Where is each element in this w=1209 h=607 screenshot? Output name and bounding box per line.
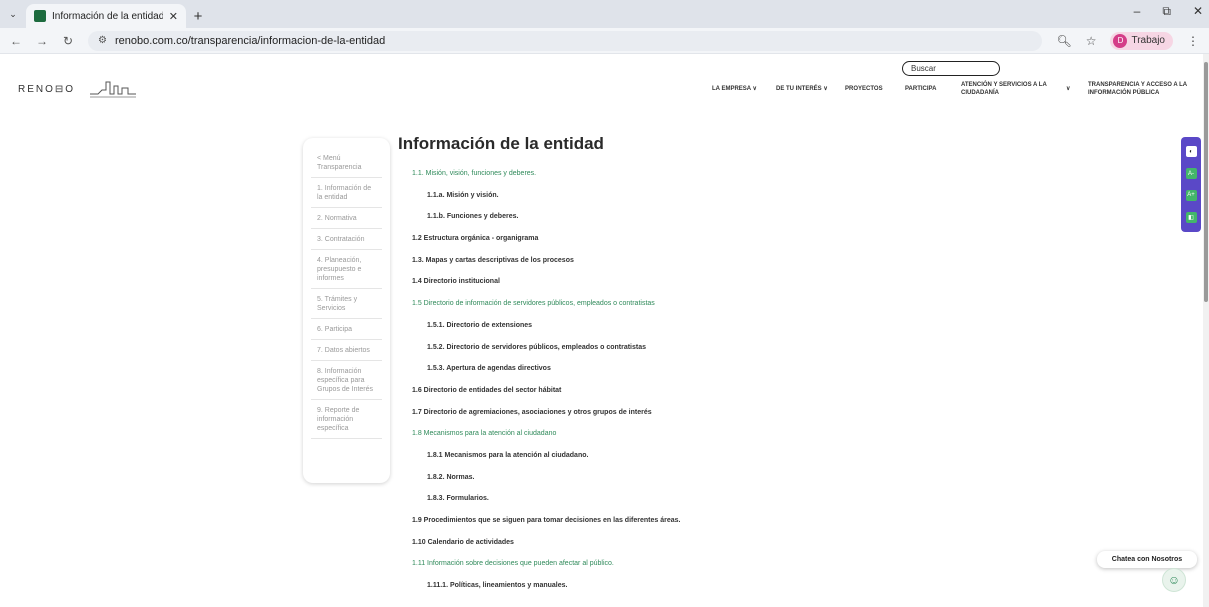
minimize-icon[interactable]: –	[1134, 4, 1141, 19]
window-controls: – ⧉ ✕	[1134, 4, 1203, 19]
page-scrollbar[interactable]	[1203, 54, 1209, 607]
tab-bar: ⌄ Información de la entidad | Ren ✕ + – …	[0, 0, 1209, 28]
transparency-side-menu: < Menú Transparencia 1. Información de l…	[303, 138, 390, 483]
new-tab-button[interactable]: +	[186, 4, 210, 28]
sidemenu-item-contratacion[interactable]: 3. Contratación	[311, 229, 382, 250]
sidemenu-item-informacion-entidad[interactable]: 1. Información de la entidad	[311, 178, 382, 208]
nav-atencion-servicios[interactable]: ATENCIÓN Y SERVICIOS A LA CIUDADANÍA	[961, 81, 1053, 97]
toc-item[interactable]: 1.4 Directorio institucional	[398, 278, 1098, 300]
nav-proyectos[interactable]: PROYECTOS	[845, 85, 883, 93]
toc-item[interactable]: 1.8.2. Normas.	[398, 474, 1098, 496]
reading-mode-icon[interactable]: ◧	[1185, 211, 1197, 223]
toc-item[interactable]: 1.9 Procedimientos que se siguen para to…	[398, 517, 1098, 539]
profile-name: Trabajo	[1131, 35, 1165, 46]
toc-item[interactable]: 1.7 Directorio de agremiaciones, asociac…	[398, 409, 1098, 431]
increase-font-icon[interactable]: A+	[1185, 189, 1197, 201]
browser-menu-icon[interactable]: ⋮	[1187, 34, 1199, 48]
toc-item[interactable]: 1.8.1 Mecanismos para la atención al ciu…	[398, 452, 1098, 474]
profile-button[interactable]: D Trabajo	[1110, 31, 1173, 50]
toc-item[interactable]: 1.1.a. Misión y visión.	[398, 192, 1098, 214]
browser-tab[interactable]: Información de la entidad | Ren ✕	[26, 4, 186, 28]
sidemenu-item-back[interactable]: < Menú Transparencia	[311, 148, 382, 178]
sidemenu-item-grupos-interes[interactable]: 8. Información específica para Grupos de…	[311, 361, 382, 400]
sidemenu-item-reporte[interactable]: 9. Reporte de información específica	[311, 400, 382, 439]
restore-icon[interactable]: ⧉	[1162, 4, 1171, 19]
browser-toolbar: ← → ↻ ⚙ renobo.com.co/transparencia/info…	[0, 28, 1209, 54]
toc-item[interactable]: 1.5 Directorio de información de servido…	[398, 300, 1098, 322]
nav-atencion-dropdown-icon[interactable]: ∨	[1066, 85, 1070, 93]
sidemenu-item-normativa[interactable]: 2. Normativa	[311, 208, 382, 229]
nav-la-empresa[interactable]: LA EMPRESA ∨	[712, 85, 757, 93]
main-navigation: LA EMPRESA ∨ DE TU INTERÉS ∨ PROYECTOS P…	[0, 81, 1209, 101]
toc-item[interactable]: 1.2 Estructura orgánica - organigrama	[398, 235, 1098, 257]
decrease-font-icon[interactable]: A-	[1185, 168, 1197, 180]
toc-item[interactable]: 1.11.1. Políticas, lineamientos y manual…	[398, 582, 1098, 604]
site-favicon-icon	[34, 10, 46, 22]
table-of-contents: 1.1. Misión, visión, funciones y deberes…	[398, 170, 1098, 604]
forward-icon[interactable]: →	[36, 34, 48, 48]
toc-item[interactable]: 1.10 Calendario de actividades	[398, 539, 1098, 561]
nav-de-tu-interes[interactable]: DE TU INTERÉS ∨	[776, 85, 828, 93]
profile-avatar: D	[1113, 33, 1128, 48]
accessibility-toolbar: ◐ A- A+ ◧	[1181, 137, 1201, 232]
site-info-icon[interactable]: ⚙	[98, 35, 107, 46]
sidemenu-item-tramites[interactable]: 5. Trámites y Servicios	[311, 289, 382, 319]
bookmark-star-icon[interactable]: ☆	[1086, 34, 1097, 48]
toc-item[interactable]: 1.11 Información sobre decisiones que pu…	[398, 560, 1098, 582]
scrollbar-thumb[interactable]	[1204, 62, 1208, 302]
url-text: renobo.com.co/transparencia/informacion-…	[114, 34, 386, 47]
contrast-icon[interactable]: ◐	[1185, 146, 1197, 158]
toc-item[interactable]: 1.5.2. Directorio de servidores públicos…	[398, 344, 1098, 366]
toc-item[interactable]: 1.5.3. Apertura de agendas directivos	[398, 365, 1098, 387]
toc-item[interactable]: 1.1. Misión, visión, funciones y deberes…	[398, 170, 1098, 192]
toc-item[interactable]: 1.1.b. Funciones y deberes.	[398, 213, 1098, 235]
main-content: Información de la entidad 1.1. Misión, v…	[398, 134, 1098, 604]
sidemenu-item-participa[interactable]: 6. Participa	[311, 319, 382, 340]
close-window-icon[interactable]: ✕	[1193, 4, 1203, 19]
toc-item[interactable]: 1.8 Mecanismos para la atención al ciuda…	[398, 430, 1098, 452]
site-header: RENO⊟O Buscar LA EMPRESA ∨ DE TU INTERÉS…	[0, 54, 1209, 124]
toc-item[interactable]: 1.3. Mapas y cartas descriptivas de los …	[398, 257, 1098, 279]
zoom-icon[interactable]: 🔍︎	[1056, 34, 1071, 48]
nav-participa[interactable]: PARTICIPA	[905, 85, 936, 93]
toc-item[interactable]: 1.8.3. Formularios.	[398, 495, 1098, 517]
close-tab-icon[interactable]: ✕	[169, 10, 178, 23]
sidemenu-item-datos-abiertos[interactable]: 7. Datos abiertos	[311, 340, 382, 361]
nav-transparencia[interactable]: TRANSPARENCIA Y ACCESO A LA INFORMACIÓN …	[1088, 81, 1193, 97]
tab-title: Información de la entidad | Ren	[52, 10, 163, 22]
chat-button[interactable]: Chatea con Nosotros	[1097, 551, 1197, 568]
address-bar[interactable]: ⚙ renobo.com.co/transparencia/informacio…	[88, 30, 1043, 51]
page-title: Información de la entidad	[398, 134, 604, 153]
toc-item[interactable]: 1.6 Directorio de entidades del sector h…	[398, 387, 1098, 409]
sidemenu-item-planeacion[interactable]: 4. Planeación, presupuesto e informes	[311, 250, 382, 289]
tab-search-icon[interactable]: ⌄	[0, 0, 26, 28]
chat-agent-icon[interactable]: ☺	[1162, 568, 1186, 592]
search-input[interactable]: Buscar	[902, 61, 1000, 76]
back-icon[interactable]: ←	[10, 34, 22, 48]
toc-item[interactable]: 1.5.1. Directorio de extensiones	[398, 322, 1098, 344]
reload-icon[interactable]: ↻	[62, 34, 74, 48]
